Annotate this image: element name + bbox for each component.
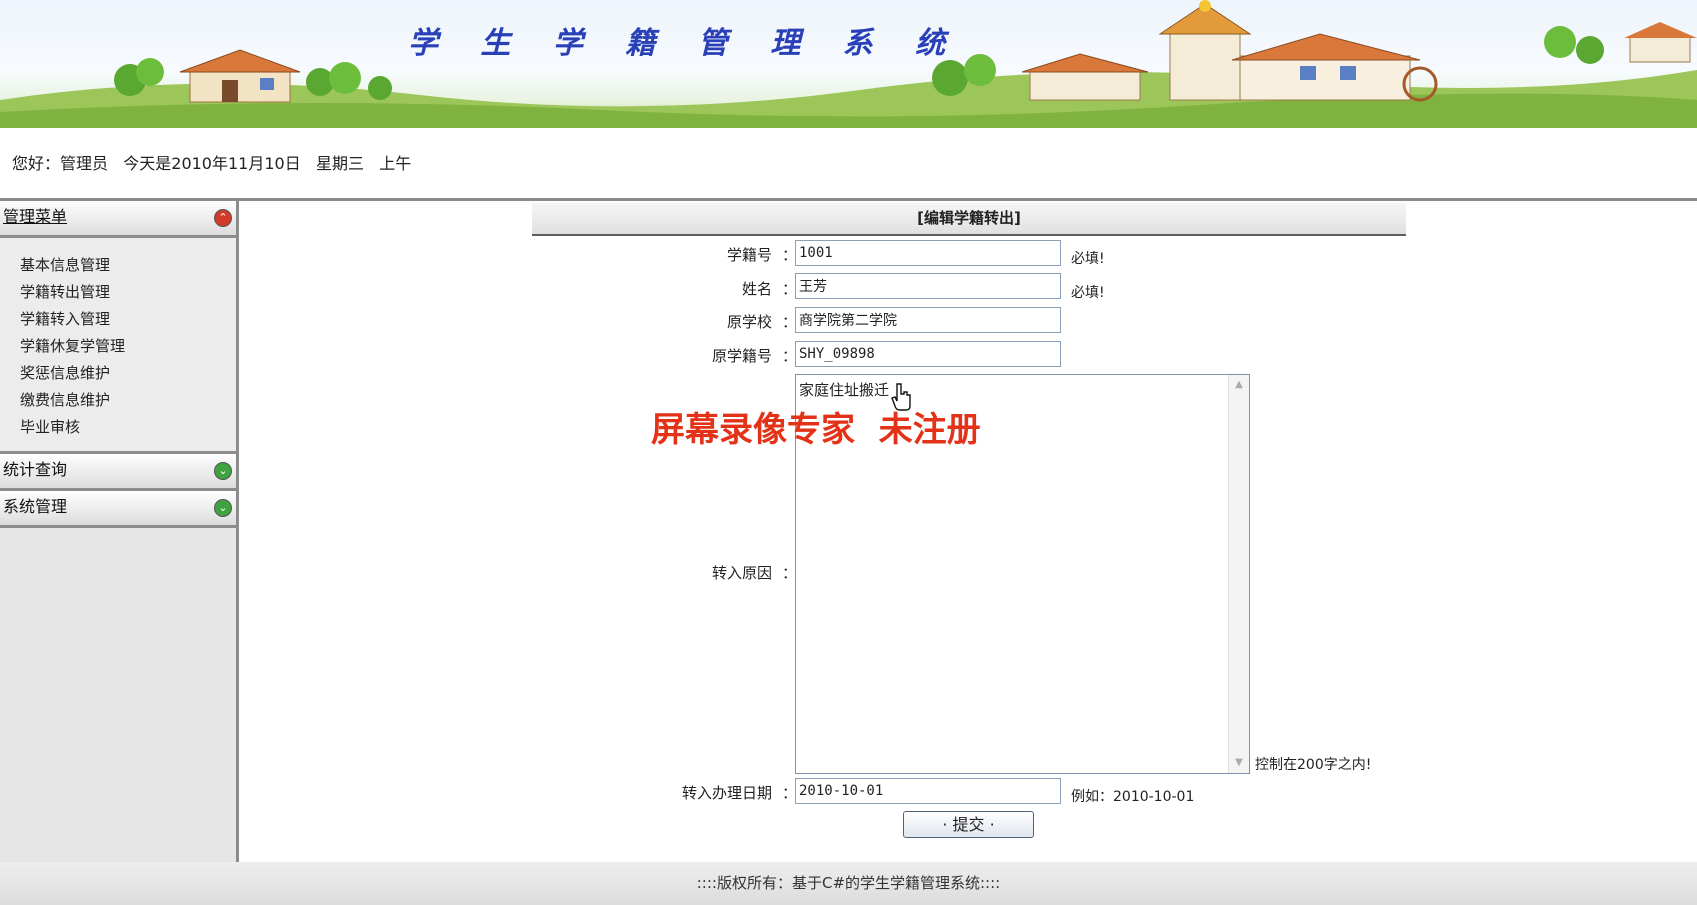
orig-no-label: 原学籍号 [711,347,772,365]
date-example-hint: 例如：2010-10-01 [1071,789,1195,805]
house-icon [179,49,301,103]
greeting-text: 您好：管理员 今天是2010年11月10日 星期三 上午 [12,154,412,173]
sidebar-section-statistics[interactable]: 统计查询 ⌄ [0,454,236,491]
watermark-text: 屏幕录像专家 未注册 [651,410,981,450]
sidebar-item-payments[interactable]: 缴费信息维护 [0,387,236,414]
orig-school-input[interactable] [795,307,1061,333]
form-title: [编辑学籍转出] [532,203,1406,236]
sidebar-section-system[interactable]: 系统管理 ⌄ [0,491,236,528]
date-label: 转入办理日期 [681,784,772,802]
expand-icon[interactable]: ⌄ [214,499,232,517]
date-input[interactable] [795,778,1061,804]
hand-cursor-icon [891,383,911,411]
required-hint: 必填! [1071,251,1105,267]
reason-scrollbar[interactable]: ▲ ▼ [1228,375,1249,773]
sidebar-item-basic-info[interactable]: 基本信息管理 [0,252,236,279]
scroll-up-icon[interactable]: ▲ [1231,377,1247,393]
sidebar-section-label: 统计查询 [3,460,68,479]
collapse-icon[interactable]: ⌃ [214,209,232,227]
header-divider [0,198,1697,201]
header-banner: 学 生 学 籍 管 理 系 统 [0,0,1697,128]
reason-length-hint: 控制在200字之内! [1255,757,1372,773]
required-hint: 必填! [1071,285,1105,301]
system-title: 学 生 学 籍 管 理 系 统 [408,26,962,61]
orig-school-label: 原学校 [726,313,772,331]
student-no-input[interactable] [795,240,1061,266]
scroll-down-icon[interactable]: ▼ [1231,755,1247,771]
sidebar: 管理菜单 ⌃ 基本信息管理 学籍转出管理 学籍转入管理 学籍休复学管理 奖惩信息… [0,201,239,862]
sidebar-item-rewards[interactable]: 奖惩信息维护 [0,360,236,387]
submit-button[interactable]: · 提交 · [903,811,1034,838]
sidebar-menu-list: 基本信息管理 学籍转出管理 学籍转入管理 学籍休复学管理 奖惩信息维护 缴费信息… [0,238,236,454]
sidebar-item-graduation[interactable]: 毕业审核 [0,414,236,441]
sidebar-item-suspension[interactable]: 学籍休复学管理 [0,333,236,360]
expand-icon[interactable]: ⌄ [214,462,232,480]
student-no-label: 学籍号 [726,246,772,264]
sidebar-section-label: 管理菜单 [3,207,68,226]
reason-label: 转入原因 [711,564,772,582]
sidebar-item-transfer-out[interactable]: 学籍转出管理 [0,279,236,306]
name-input[interactable] [795,273,1061,299]
footer-copyright: ::::版权所有：基于C#的学生学籍管理系统:::: [0,862,1697,905]
name-label: 姓名 [741,280,772,298]
sidebar-item-transfer-in[interactable]: 学籍转入管理 [0,306,236,333]
orig-no-input[interactable] [795,341,1061,367]
sidebar-section-manage-menu[interactable]: 管理菜单 ⌃ [0,201,236,238]
sidebar-section-label: 系统管理 [3,497,68,516]
castle-icon [1021,0,1438,102]
